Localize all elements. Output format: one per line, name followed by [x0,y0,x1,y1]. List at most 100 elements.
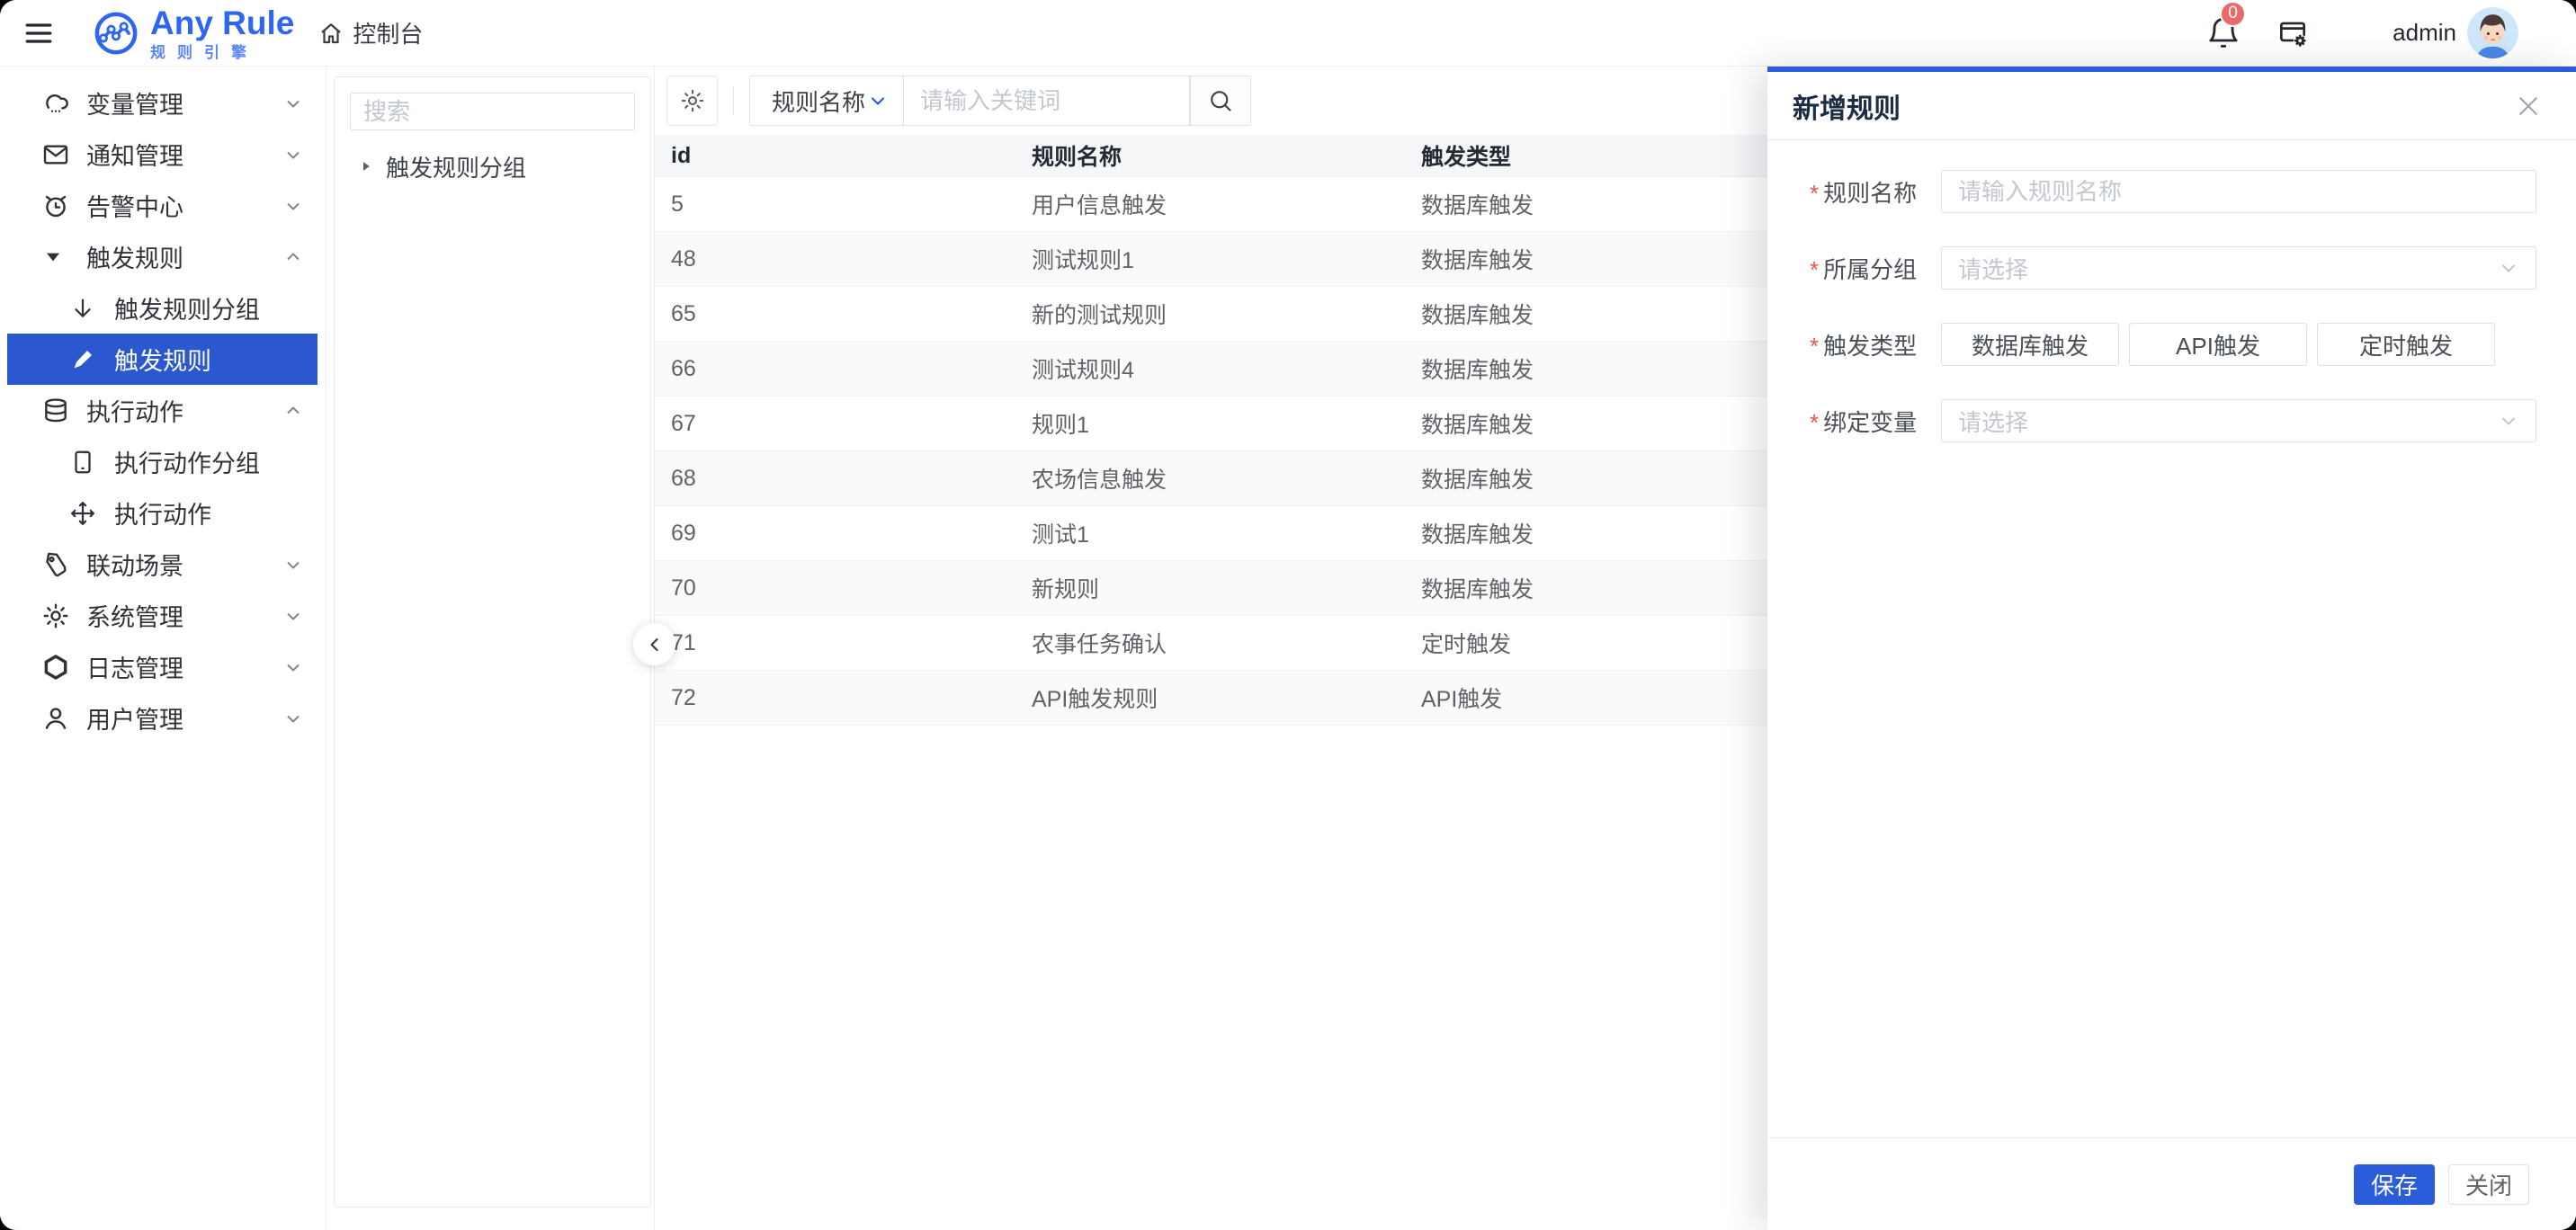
cell-id: 72 [671,684,696,710]
cell-id: 70 [671,575,696,601]
cell-rule-name: 农场信息触发 [1032,468,1167,493]
chevron-down-icon [867,90,889,111]
filter-field-select[interactable]: 规则名称 [749,76,904,126]
gear-icon [41,602,74,630]
brand-subtitle: 规则引擎 [150,43,258,61]
bind-variable-select[interactable]: 请选择 [1941,399,2536,442]
top-header: Any Rule 规则引擎 控制台 0 admin [0,0,2576,67]
close-icon [2515,93,2542,120]
tablet-icon [69,449,102,476]
field-group: * 所属分组 请选择 [1810,246,2536,290]
cell-id: 65 [671,300,696,326]
sidebar-item-trigger-rules-parent[interactable]: 触发规则 [0,231,326,282]
breadcrumb[interactable]: 控制台 [318,16,423,49]
sidebar-item-user-management[interactable]: 用户管理 [0,692,326,744]
layout-settings-button[interactable] [2276,16,2310,50]
keyword-input-wrap [904,76,1190,126]
trigger-api-button[interactable]: API触发 [2129,323,2307,366]
cell-rule-name: 农事任务确认 [1032,632,1167,657]
search-icon [1207,87,1234,114]
logo-icon [93,10,139,57]
menu-toggle-button[interactable] [21,15,57,51]
sidebar-item-action-groups[interactable]: 执行动作分组 [0,436,326,487]
notifications-button[interactable]: 0 [2205,0,2247,51]
sidebar-item-actions[interactable]: 执行动作 [0,487,326,539]
chevron-down-icon [282,93,304,114]
sidebar-item-trigger-rules[interactable]: 触发规则 [7,334,318,385]
add-rule-drawer: 新增规则 *规则名称 *所属分组 请选择 *触发类型 数据库触发 [1767,67,2576,1230]
drawer-body: *规则名称 *所属分组 请选择 *触发类型 数据库触发 API触发 定时触发 [1767,140,2576,1137]
cell-id: 67 [671,410,696,436]
trigger-type-label: 触发类型 [1823,332,1918,360]
hamburger-icon [22,17,55,49]
trigger-type-buttons: 数据库触发 API触发 定时触发 [1941,323,2495,366]
bind-variable-label: 绑定变量 [1823,408,1918,436]
sidebar-item-system-management[interactable]: 系统管理 [0,590,326,641]
group-label: 所属分组 [1823,255,1918,283]
cell-id: 48 [671,245,696,272]
save-button[interactable]: 保存 [2354,1163,2435,1205]
cell-id: 68 [671,465,696,491]
sidebar-item-actions-parent[interactable]: 执行动作 [0,385,326,436]
drawer-close-button[interactable] [2515,93,2542,120]
chevron-down-icon [282,656,304,678]
cell-rule-name: 测试规则4 [1032,358,1134,383]
gear-icon [679,87,706,114]
search-filter-group: 规则名称 [749,76,1251,126]
arrow-down-icon [69,295,102,322]
cell-rule-name: API触发规则 [1032,687,1158,712]
brand-name: Any Rule [150,4,295,41]
cell-id: 71 [671,629,696,655]
app-window: Any Rule 规则引擎 控制台 0 admin 变量管理 通知管理 告警中心… [0,0,2576,1230]
trigger-timer-button[interactable]: 定时触发 [2317,323,2495,366]
sidebar-item-trigger-rule-groups[interactable]: 触发规则分组 [0,282,326,334]
chevron-down-icon [2498,410,2519,432]
collapse-tree-panel-button[interactable] [633,623,675,665]
chevron-down-icon [2498,257,2519,279]
chevron-down-icon [282,144,304,165]
notification-badge: 0 [2220,0,2247,27]
field-bind-variable: * 绑定变量 请选择 [1810,399,2536,442]
cell-rule-name: 规则1 [1032,413,1089,438]
bind-variable-placeholder: 请选择 [1958,408,2029,436]
move-icon [69,500,102,527]
sidebar-item-notification-management[interactable]: 通知管理 [0,129,326,180]
username-label: admin [2393,19,2456,46]
group-select[interactable]: 请选择 [1941,246,2536,290]
avatar[interactable] [2467,7,2518,58]
keyword-input[interactable] [904,86,1189,115]
sidebar: 变量管理 通知管理 告警中心 触发规则 触发规则分组 触发规则 执行动作 执行动… [0,67,326,1230]
sidebar-item-alert-center[interactable]: 告警中心 [0,180,326,231]
drawer-footer: 保存 关闭 [1767,1137,2576,1230]
header-actions: 0 admin [2205,0,2518,58]
tree-search-input[interactable] [350,93,635,130]
sidebar-item-linkage-scenes[interactable]: 联动场景 [0,539,326,590]
cell-rule-name: 新规则 [1032,577,1100,602]
table-toolbar: 规则名称 [666,76,1251,126]
group-tree-panel: 触发规则分组 [334,76,651,1208]
chevron-up-icon [282,246,304,268]
required-mark: * [1810,255,1820,283]
sidebar-item-log-management[interactable]: 日志管理 [0,641,326,692]
chevron-up-icon [282,400,304,422]
pen-icon [69,346,102,373]
tree-node-trigger-rule-groups[interactable]: 触发规则分组 [335,146,650,187]
group-select-placeholder: 请选择 [1958,255,2029,283]
sidebar-item-variable-management[interactable]: 变量管理 [0,77,326,129]
trigger-db-button[interactable]: 数据库触发 [1941,323,2119,366]
column-header-id: id [671,142,692,168]
rule-name-input[interactable] [1941,170,2536,213]
required-mark: * [1810,332,1820,360]
close-button[interactable]: 关闭 [2448,1163,2529,1205]
alarm-icon [41,192,74,220]
column-settings-button[interactable] [666,76,718,126]
field-trigger-type: * 触发类型 数据库触发 API触发 定时触发 [1810,323,2536,366]
filter-field-value: 规则名称 [772,88,866,116]
tag-icon [41,550,74,579]
chevron-down-icon [282,605,304,627]
home-icon [318,20,344,47]
tree-node-label: 触发规则分组 [386,154,527,182]
window-settings-icon [2276,16,2310,50]
cell-rule-name: 用户信息触发 [1032,193,1167,218]
search-button[interactable] [1190,76,1251,126]
